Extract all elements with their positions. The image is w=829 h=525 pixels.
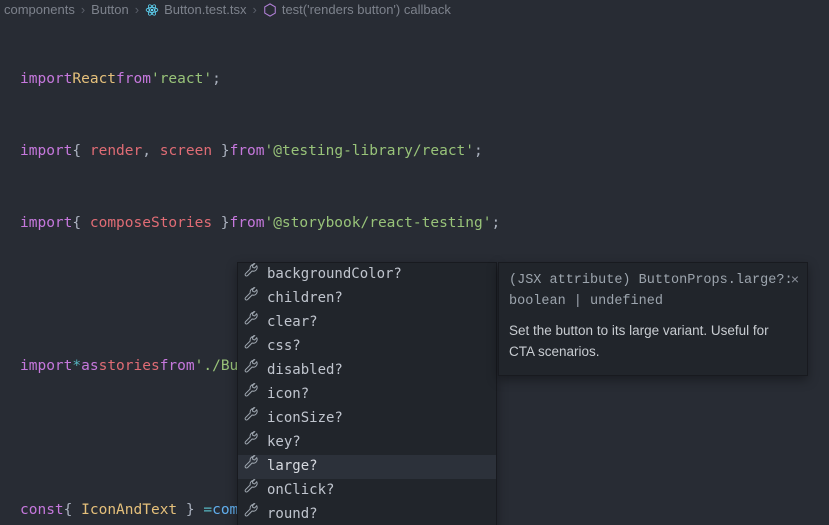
autocomplete-item[interactable]: key? bbox=[238, 431, 496, 455]
autocomplete-item-label: children? bbox=[267, 287, 343, 310]
chevron-right-icon: › bbox=[135, 0, 139, 21]
autocomplete-item-label: large? bbox=[267, 455, 318, 478]
code-line: import React from 'react'; bbox=[20, 68, 827, 92]
wrench-icon bbox=[244, 407, 259, 430]
wrench-icon bbox=[244, 359, 259, 382]
breadcrumb-item[interactable]: Button.test.tsx bbox=[145, 0, 246, 21]
autocomplete-item-label: disabled? bbox=[267, 359, 343, 382]
autocomplete-item-label: css? bbox=[267, 335, 301, 358]
autocomplete-item-label: key? bbox=[267, 431, 301, 454]
autocomplete-item-label: iconSize? bbox=[267, 407, 343, 430]
chevron-right-icon: › bbox=[252, 0, 256, 21]
chevron-right-icon: › bbox=[81, 0, 85, 21]
autocomplete-item[interactable]: large? bbox=[238, 455, 496, 479]
autocomplete-item-label: backgroundColor? bbox=[267, 263, 402, 286]
close-icon[interactable]: × bbox=[791, 269, 799, 291]
wrench-icon bbox=[244, 263, 259, 286]
autocomplete-item[interactable]: clear? bbox=[238, 311, 496, 335]
breadcrumb-item[interactable]: Button bbox=[91, 0, 129, 21]
autocomplete-item[interactable]: round? bbox=[238, 503, 496, 525]
doc-description: Set the button to its large variant. Use… bbox=[509, 321, 797, 363]
breadcrumb: components › Button › Button.test.tsx › … bbox=[0, 0, 829, 20]
doc-signature: (JSX attribute) ButtonProps.large?: bool… bbox=[509, 271, 797, 313]
breadcrumb-item[interactable]: components bbox=[4, 0, 75, 21]
wrench-icon bbox=[244, 287, 259, 310]
react-file-icon bbox=[145, 3, 159, 17]
autocomplete-item[interactable]: disabled? bbox=[238, 359, 496, 383]
code-line: import { composeStories } from '@storybo… bbox=[20, 212, 827, 236]
wrench-icon bbox=[244, 335, 259, 358]
wrench-icon bbox=[244, 431, 259, 454]
autocomplete-item[interactable]: onClick? bbox=[238, 479, 496, 503]
autocomplete-item[interactable]: backgroundColor? bbox=[238, 263, 496, 287]
autocomplete-item-label: round? bbox=[267, 503, 318, 525]
autocomplete-item[interactable]: css? bbox=[238, 335, 496, 359]
code-line: import { render, screen } from '@testing… bbox=[20, 140, 827, 164]
wrench-icon bbox=[244, 479, 259, 502]
symbol-method-icon bbox=[263, 3, 277, 17]
autocomplete-item-label: icon? bbox=[267, 383, 309, 406]
documentation-tooltip: × (JSX attribute) ButtonProps.large?: bo… bbox=[498, 262, 808, 376]
autocomplete-popup[interactable]: backgroundColor?children?clear?css?disab… bbox=[237, 262, 497, 525]
autocomplete-item[interactable]: icon? bbox=[238, 383, 496, 407]
wrench-icon bbox=[244, 455, 259, 478]
autocomplete-item[interactable]: children? bbox=[238, 287, 496, 311]
autocomplete-item[interactable]: iconSize? bbox=[238, 407, 496, 431]
wrench-icon bbox=[244, 503, 259, 525]
autocomplete-item-label: clear? bbox=[267, 311, 318, 334]
breadcrumb-item[interactable]: test('renders button') callback bbox=[263, 0, 451, 21]
autocomplete-item-label: onClick? bbox=[267, 479, 334, 502]
wrench-icon bbox=[244, 383, 259, 406]
wrench-icon bbox=[244, 311, 259, 334]
